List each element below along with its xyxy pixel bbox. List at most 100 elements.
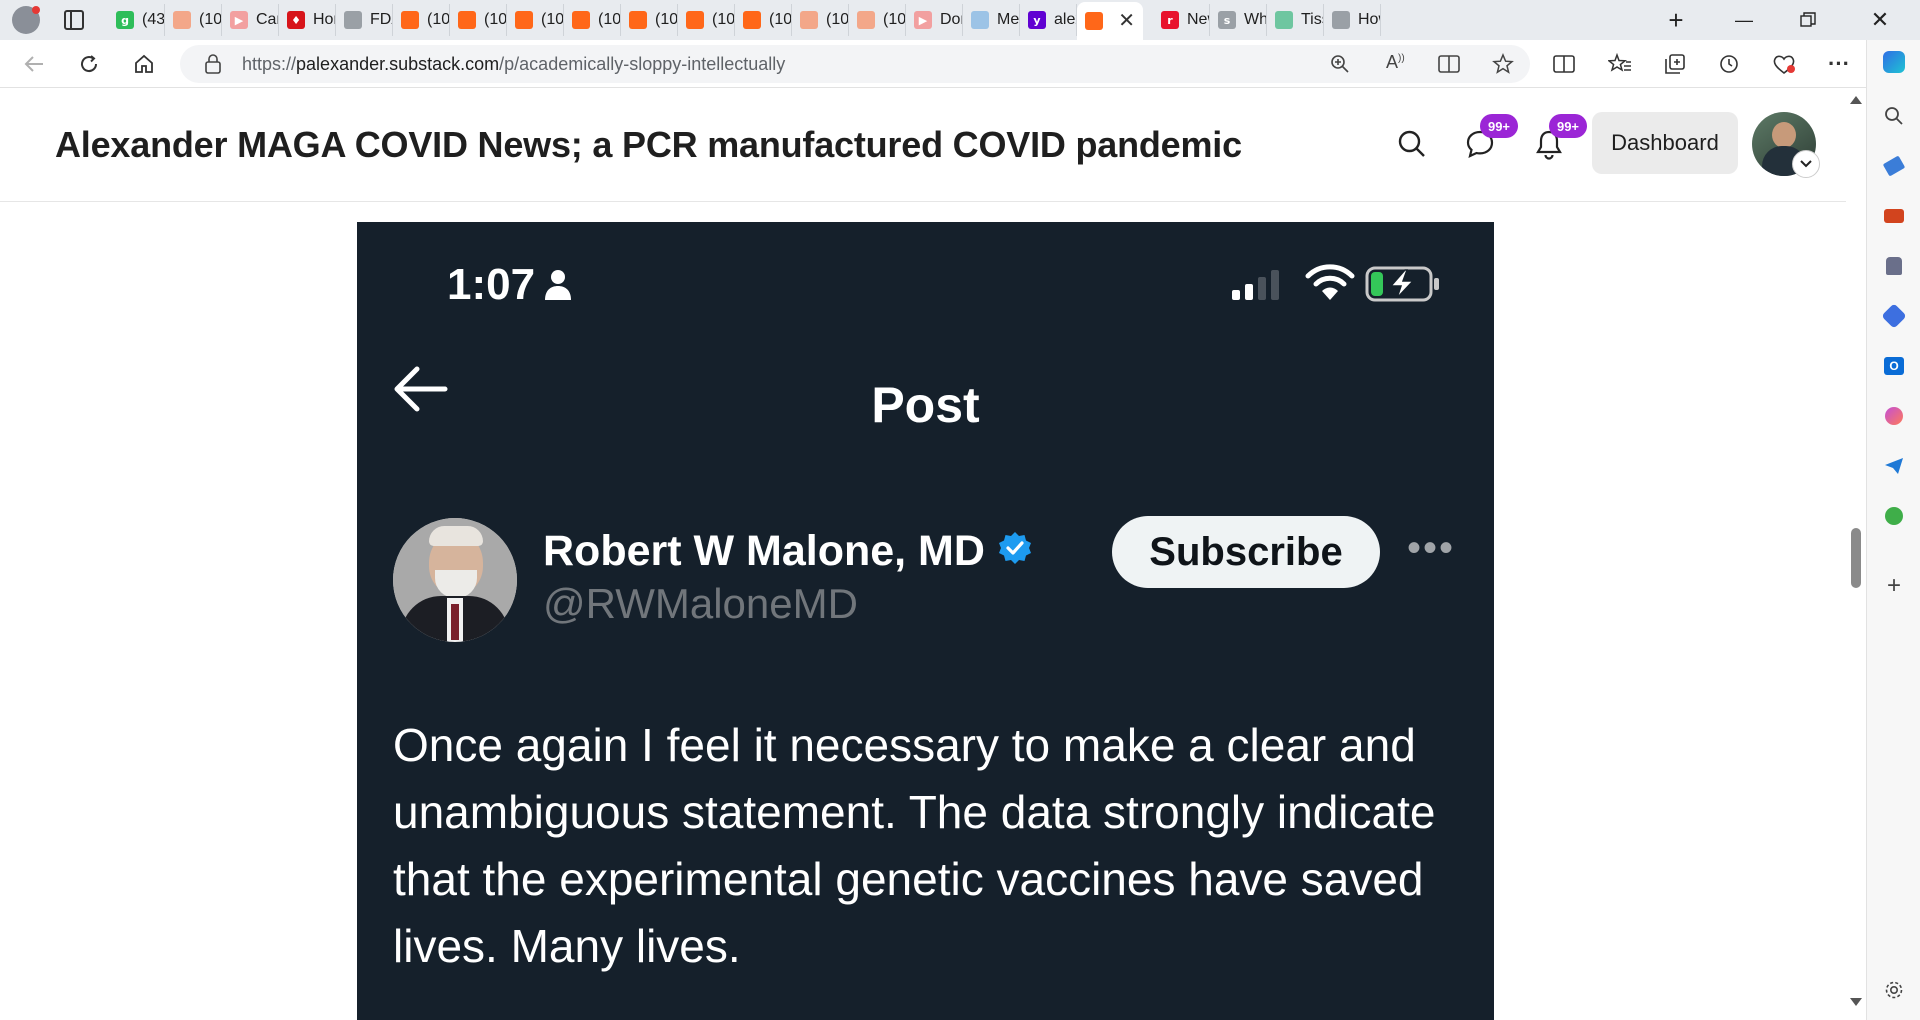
tab-favicon-icon: ▶ bbox=[914, 11, 932, 29]
tab-item[interactable]: (100 bbox=[792, 4, 849, 36]
dashboard-button[interactable]: Dashboard bbox=[1592, 112, 1738, 174]
tab-item[interactable]: ▶ Carl bbox=[222, 4, 279, 36]
browser-essentials-button[interactable] bbox=[1766, 46, 1802, 82]
lock-icon[interactable] bbox=[204, 54, 222, 74]
post-header-title: Post bbox=[871, 377, 980, 433]
tab-item[interactable]: (100 bbox=[735, 4, 792, 36]
favorites-icon bbox=[1608, 53, 1631, 72]
tab-item[interactable]: (100 bbox=[165, 4, 222, 36]
games-icon[interactable] bbox=[1882, 254, 1906, 278]
home-button[interactable] bbox=[126, 46, 162, 82]
account-menu-chevron[interactable] bbox=[1792, 150, 1820, 178]
read-aloud-icon[interactable]: A)) bbox=[1386, 52, 1405, 73]
refresh-icon bbox=[81, 55, 98, 73]
tab-favicon-icon bbox=[629, 11, 647, 29]
refresh-button[interactable] bbox=[71, 46, 107, 82]
tab-label: (100 bbox=[199, 11, 221, 28]
split-screen-button[interactable] bbox=[1546, 46, 1582, 82]
copilot-icon[interactable] bbox=[1882, 50, 1906, 74]
chevron-down-icon bbox=[1800, 160, 1812, 168]
sidebar-settings-icon[interactable] bbox=[1882, 978, 1906, 1002]
home-icon bbox=[135, 54, 153, 73]
tab-item[interactable]: ♦ Hon bbox=[279, 4, 336, 36]
zoom-icon[interactable] bbox=[1330, 54, 1350, 74]
collections-button[interactable] bbox=[1657, 46, 1693, 82]
tab-label: (100 bbox=[541, 11, 563, 28]
microsoft-365-icon[interactable] bbox=[1881, 303, 1907, 329]
restore-button[interactable] bbox=[1776, 0, 1840, 40]
tab-item[interactable]: (100 bbox=[564, 4, 621, 36]
scroll-down-arrow[interactable] bbox=[1850, 998, 1862, 1006]
address-bar[interactable]: https://palexander.substack.com/p/academ… bbox=[180, 45, 1530, 83]
scroll-up-arrow[interactable] bbox=[1850, 96, 1862, 104]
person-icon bbox=[545, 270, 571, 300]
tab-item[interactable]: yalex bbox=[1020, 4, 1077, 36]
subscribe-button-image: Subscribe bbox=[1112, 516, 1380, 588]
tab-item[interactable]: How bbox=[1324, 4, 1381, 36]
tab-item[interactable]: ▶ Don bbox=[906, 4, 963, 36]
chat-button[interactable]: 99+ bbox=[1460, 114, 1518, 164]
outlook-icon[interactable]: O bbox=[1882, 354, 1906, 378]
tab-item[interactable]: r New bbox=[1153, 4, 1210, 36]
tab-label: How bbox=[1358, 11, 1380, 28]
favorites-button[interactable] bbox=[1602, 46, 1638, 82]
back-button[interactable] bbox=[16, 46, 52, 82]
tab-active[interactable]: ✕ bbox=[1077, 2, 1143, 40]
tools-briefcase-icon[interactable] bbox=[1882, 204, 1906, 228]
immersive-reader-icon[interactable] bbox=[1438, 54, 1460, 74]
tab-label: (100 bbox=[883, 11, 905, 28]
tab-item[interactable]: (100 bbox=[393, 4, 450, 36]
profile-icon[interactable] bbox=[12, 6, 40, 34]
collections-icon bbox=[1665, 54, 1685, 74]
close-tab-icon[interactable]: ✕ bbox=[1118, 8, 1135, 33]
favorite-star-icon[interactable] bbox=[1492, 53, 1514, 75]
tweet-body-text: Once again I feel it necessary to make a… bbox=[393, 719, 1436, 972]
tab-label: New bbox=[1187, 11, 1209, 28]
send-icon[interactable] bbox=[1882, 454, 1906, 478]
tree-icon[interactable] bbox=[1882, 504, 1906, 528]
tab-actions-icon[interactable] bbox=[64, 10, 84, 30]
tab-label: Carl bbox=[256, 11, 278, 28]
minimize-button[interactable]: — bbox=[1712, 0, 1776, 40]
wifi-icon bbox=[1305, 264, 1355, 300]
tab-item[interactable]: g (436 bbox=[108, 4, 165, 36]
search-button[interactable] bbox=[1392, 124, 1432, 164]
tab-item[interactable]: (100 bbox=[849, 4, 906, 36]
tab-item[interactable]: s Wha bbox=[1210, 4, 1267, 36]
tab-favicon-icon: s bbox=[1218, 11, 1236, 29]
tab-item[interactable]: FDA bbox=[336, 4, 393, 36]
scroll-thumb[interactable] bbox=[1851, 528, 1861, 588]
tab-item[interactable]: (100 bbox=[450, 4, 507, 36]
tab-item[interactable]: Med bbox=[963, 4, 1020, 36]
tab-item[interactable]: (100 bbox=[678, 4, 735, 36]
settings-more-button[interactable]: ··· bbox=[1821, 46, 1857, 82]
tab-favicon-icon bbox=[800, 11, 818, 29]
designer-icon[interactable] bbox=[1882, 404, 1906, 428]
add-sidebar-app-icon[interactable]: + bbox=[1882, 572, 1906, 599]
search-icon[interactable] bbox=[1882, 104, 1906, 128]
tab-item[interactable]: (100 bbox=[621, 4, 678, 36]
chat-badge: 99+ bbox=[1480, 114, 1518, 138]
history-button[interactable] bbox=[1711, 46, 1747, 82]
tab-label: (100 bbox=[484, 11, 506, 28]
new-tab-button[interactable]: + bbox=[1646, 0, 1706, 40]
tab-item[interactable]: Tiss bbox=[1267, 4, 1324, 36]
shopping-tag-icon[interactable] bbox=[1882, 154, 1906, 178]
tab-label: (100 bbox=[427, 11, 449, 28]
browser-toolbar: https://palexander.substack.com/p/academ… bbox=[0, 40, 1920, 88]
close-window-button[interactable]: ✕ bbox=[1840, 0, 1920, 40]
tab-item[interactable]: (100 bbox=[507, 4, 564, 36]
url-text[interactable]: https://palexander.substack.com/p/academ… bbox=[242, 54, 785, 75]
tab-favicon-icon bbox=[344, 11, 362, 29]
page-scrollbar[interactable] bbox=[1846, 88, 1866, 1020]
history-icon bbox=[1720, 55, 1738, 73]
back-icon bbox=[24, 56, 43, 72]
notifications-button[interactable]: 99+ bbox=[1529, 114, 1587, 164]
tab-favicon-icon bbox=[1085, 12, 1103, 30]
tab-label: FDA bbox=[370, 11, 392, 28]
tab-label: Hon bbox=[313, 11, 335, 28]
publication-title[interactable]: Alexander MAGA COVID News; a PCR manufac… bbox=[55, 124, 1242, 166]
tab-favicon-icon: r bbox=[1161, 11, 1179, 29]
verified-badge-icon bbox=[999, 532, 1031, 564]
tab-favicon-icon bbox=[515, 11, 533, 29]
